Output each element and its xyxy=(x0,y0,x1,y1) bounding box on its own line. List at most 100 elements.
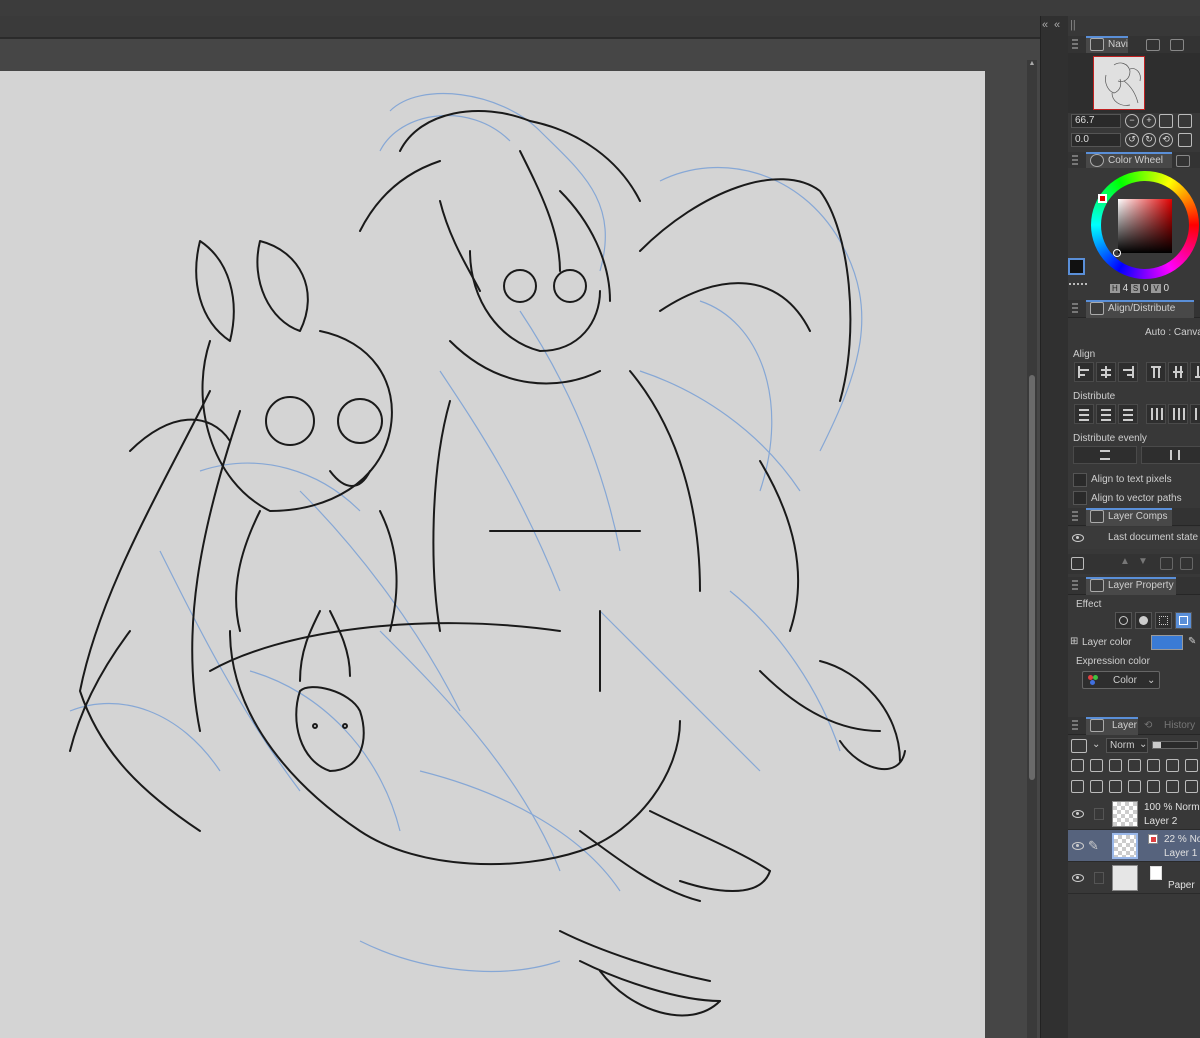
blend-mode-dropdown[interactable]: Norm ⌄ xyxy=(1106,738,1148,753)
show-mask-icon[interactable] xyxy=(1185,759,1198,772)
distribute-evenly-horizontal-button[interactable] xyxy=(1141,446,1200,464)
transfer-to-lower-icon[interactable] xyxy=(1128,780,1141,793)
update-comp-icon[interactable] xyxy=(1160,557,1173,570)
distribute-bottom-icon[interactable] xyxy=(1118,404,1138,424)
distribute-center-icon[interactable] xyxy=(1168,404,1188,424)
next-comp-icon[interactable]: ▼ xyxy=(1138,556,1148,567)
rotate-right-icon[interactable]: ↻ xyxy=(1142,133,1156,147)
delete-comp-icon[interactable] xyxy=(1180,557,1193,570)
grip-icon[interactable] xyxy=(1072,303,1078,313)
lock-layer-icon[interactable] xyxy=(1128,759,1141,772)
align-bottom-icon[interactable] xyxy=(1190,362,1200,382)
align-text-pixels-checkbox[interactable] xyxy=(1073,473,1087,487)
grip-icon[interactable] xyxy=(1072,511,1078,521)
layer-check-icon[interactable] xyxy=(1094,808,1104,820)
align-vector-paths-checkbox[interactable] xyxy=(1073,491,1087,505)
layer-row[interactable]: Paper xyxy=(1068,862,1200,894)
merge-down-icon[interactable] xyxy=(1147,780,1160,793)
color-set-icon[interactable] xyxy=(1176,155,1190,167)
collapse-left-icon[interactable]: « xyxy=(1054,18,1066,32)
enable-mask-icon[interactable] xyxy=(1166,759,1179,772)
flip-vertical-icon[interactable] xyxy=(1178,133,1192,147)
extract-line-icon[interactable] xyxy=(1135,612,1152,629)
align-middle-icon[interactable] xyxy=(1168,362,1188,382)
layer-panel-header[interactable]: Layer ⟲ History xyxy=(1068,717,1200,735)
new-vector-layer-icon[interactable] xyxy=(1090,780,1103,793)
layer-color-expand-icon[interactable]: ⊞ xyxy=(1070,636,1078,647)
subview-icon[interactable] xyxy=(1146,39,1160,51)
delete-layer-icon[interactable] xyxy=(1185,780,1198,793)
drawing-canvas[interactable] xyxy=(0,71,985,1038)
hue-marker[interactable] xyxy=(1098,194,1107,203)
align-right-icon[interactable] xyxy=(1118,362,1138,382)
lock-transparency-icon[interactable] xyxy=(1147,759,1160,772)
tone-icon[interactable] xyxy=(1155,612,1172,629)
distribute-right-icon[interactable] xyxy=(1190,404,1200,424)
eye-icon[interactable] xyxy=(1072,810,1084,818)
layer-color-swatch[interactable] xyxy=(1151,635,1183,650)
canvas-vertical-scrollbar[interactable]: ▲ xyxy=(1027,60,1037,1038)
reset-rotation-icon[interactable]: ⟲ xyxy=(1159,133,1173,147)
align-center-icon[interactable] xyxy=(1096,362,1116,382)
opacity-slider[interactable] xyxy=(1152,741,1198,749)
grip-icon[interactable] xyxy=(1072,720,1078,730)
new-layer-comp-icon[interactable] xyxy=(1071,557,1084,570)
layer-comp-row[interactable]: Last document state xyxy=(1068,527,1200,549)
grip-icon[interactable] xyxy=(1072,155,1078,165)
distribute-evenly-vertical-button[interactable] xyxy=(1073,446,1137,464)
tab-history[interactable]: History xyxy=(1164,720,1195,731)
distribute-top-icon[interactable] xyxy=(1074,404,1094,424)
align-top-icon[interactable] xyxy=(1146,362,1166,382)
align-mode[interactable]: Auto : Canva xyxy=(1145,327,1200,338)
saturation-value-square[interactable] xyxy=(1118,199,1172,253)
new-folder-icon[interactable] xyxy=(1109,780,1122,793)
layer-row[interactable]: ✎ 22 % No Layer 1 xyxy=(1068,830,1200,862)
clip-to-layer-below-icon[interactable] xyxy=(1071,759,1084,772)
previous-comp-icon[interactable]: ▲ xyxy=(1120,556,1130,567)
rotation-field[interactable]: 0.0 xyxy=(1071,133,1121,147)
dock-grip-icon[interactable]: || xyxy=(1070,18,1082,32)
reference-layer-icon[interactable] xyxy=(1090,759,1103,772)
grip-icon[interactable] xyxy=(1072,580,1078,590)
layer-stack-icon xyxy=(1090,719,1104,732)
distribute-left-icon[interactable] xyxy=(1146,404,1166,424)
rotate-left-icon[interactable]: ↺ xyxy=(1125,133,1139,147)
layer-comps-panel-header[interactable]: Layer Comps xyxy=(1068,508,1200,526)
draft-layer-icon[interactable] xyxy=(1109,759,1122,772)
foreground-color-swatch[interactable] xyxy=(1068,258,1085,275)
layer-list-empty-area[interactable] xyxy=(1068,897,1200,1038)
layer-property-panel-header[interactable]: Layer Property xyxy=(1068,577,1200,595)
align-left-icon[interactable] xyxy=(1074,362,1094,382)
eye-icon[interactable] xyxy=(1072,534,1084,542)
eye-icon[interactable] xyxy=(1072,842,1084,850)
document-tab-bar[interactable] xyxy=(0,16,1040,38)
color-picker-icon[interactable]: ✎ xyxy=(1188,636,1196,647)
transparent-color-icon[interactable] xyxy=(1069,283,1087,289)
align-distribute-panel-header[interactable]: Align/Distribute xyxy=(1068,300,1200,318)
create-mask-icon[interactable] xyxy=(1166,780,1179,793)
item-bank-icon[interactable] xyxy=(1170,39,1184,51)
scroll-up-arrow-icon[interactable]: ▲ xyxy=(1027,60,1037,68)
navigator-panel-header[interactable]: Navi xyxy=(1068,36,1200,54)
collapse-left-icon[interactable]: « xyxy=(1042,18,1054,32)
v-value: 0 xyxy=(1163,283,1170,294)
eye-icon[interactable] xyxy=(1072,874,1084,882)
distribute-middle-icon[interactable] xyxy=(1096,404,1116,424)
scrollbar-thumb[interactable] xyxy=(1029,375,1035,780)
zoom-in-icon[interactable]: + xyxy=(1142,114,1156,128)
zoom-out-icon[interactable]: − xyxy=(1125,114,1139,128)
chevron-down-icon[interactable]: ⌄ xyxy=(1092,739,1100,750)
layer-check-icon[interactable] xyxy=(1094,872,1104,884)
layer-type-icon[interactable] xyxy=(1071,739,1087,753)
new-raster-layer-icon[interactable] xyxy=(1071,780,1084,793)
flip-icon[interactable] xyxy=(1178,114,1192,128)
grip-icon[interactable] xyxy=(1072,39,1078,49)
saturation-value-marker[interactable] xyxy=(1113,249,1121,257)
layer-row[interactable]: 100 % Norma Layer 2 xyxy=(1068,798,1200,830)
border-effect-icon[interactable] xyxy=(1115,612,1132,629)
expression-color-dropdown[interactable]: Color ⌄ xyxy=(1082,671,1160,689)
fit-screen-icon[interactable] xyxy=(1159,114,1173,128)
layer-color-effect-icon[interactable] xyxy=(1175,612,1192,629)
zoom-field[interactable]: 66.7 xyxy=(1071,114,1121,128)
navigator-thumbnail[interactable] xyxy=(1093,56,1145,110)
